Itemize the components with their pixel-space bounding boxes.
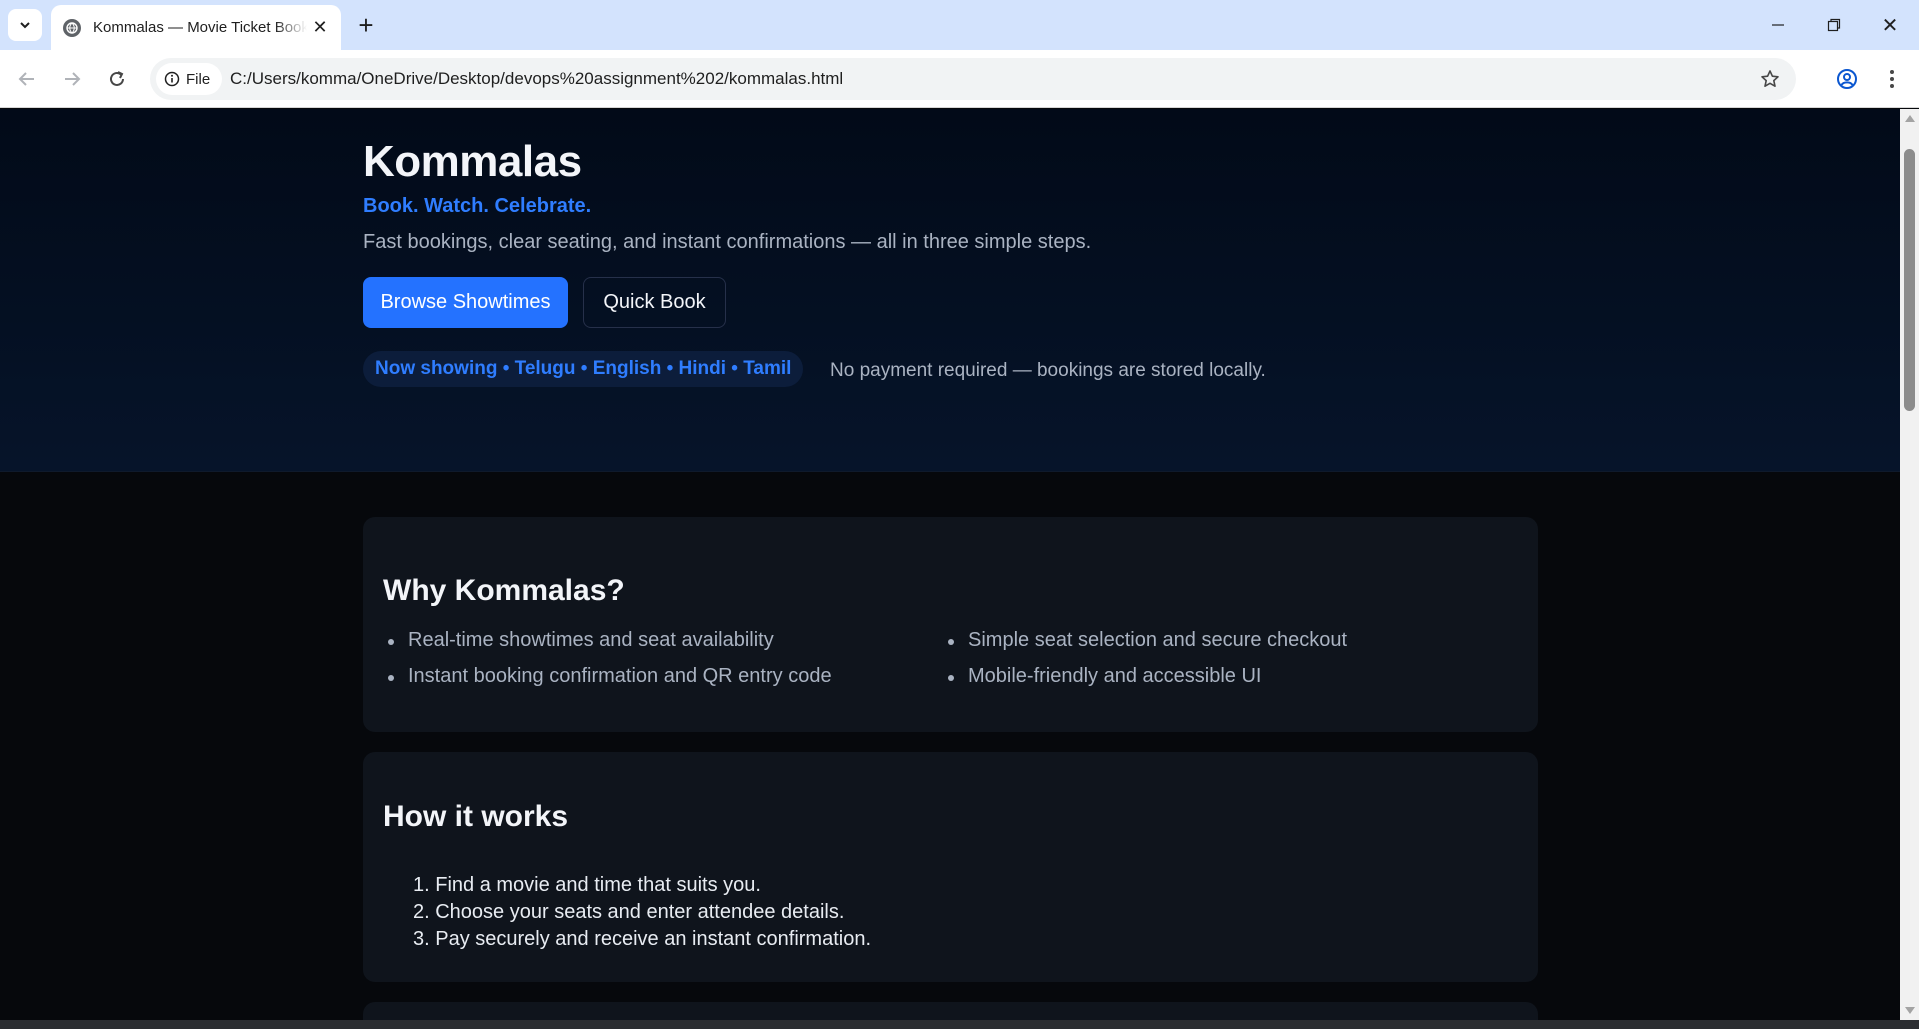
plus-icon: + — [358, 9, 374, 40]
list-item: 3. Pay securely and receive an instant c… — [413, 928, 872, 950]
steps-list: 1. Find a movie and time that suits you.… — [413, 872, 871, 953]
close-icon[interactable]: ✕ — [309, 17, 331, 39]
brand-title: Kommalas — [363, 137, 582, 186]
list-item: Simple seat selection and secure checkou… — [948, 629, 1528, 652]
reload-button[interactable] — [100, 62, 134, 96]
hero-lead: Fast bookings, clear seating, and instan… — [363, 231, 1092, 253]
window-close-button[interactable]: ✕ — [1862, 0, 1918, 50]
tab-strip: Kommalas — Movie Ticket Booking ✕ + ✕ — [0, 0, 1919, 50]
list-item: Mobile-friendly and accessible UI — [948, 665, 1528, 688]
feature-list: Real-time showtimes and seat availabilit… — [388, 629, 1528, 688]
taskbar-edge — [0, 1020, 1919, 1029]
reload-icon — [110, 71, 124, 86]
browser-menu-button[interactable] — [1875, 62, 1909, 96]
chevron-down-icon — [20, 22, 30, 29]
profile-icon — [1837, 69, 1857, 89]
star-icon — [1761, 70, 1779, 87]
list-item: 1. Find a movie and time that suits you. — [413, 874, 761, 896]
profile-button[interactable] — [1830, 62, 1864, 96]
kebab-menu-icon — [1890, 70, 1894, 88]
list-item: Instant booking confirmation and QR entr… — [388, 665, 968, 688]
browse-showtimes-button[interactable]: Browse Showtimes — [363, 277, 568, 328]
address-bar[interactable]: File C:/Users/komma/OneDrive/Desktop/dev… — [150, 58, 1796, 100]
minimize-icon — [1772, 24, 1784, 26]
minimize-button[interactable] — [1750, 0, 1806, 50]
tagline: Book. Watch. Celebrate. — [363, 195, 592, 217]
payment-note: No payment required — bookings are store… — [830, 360, 1266, 381]
site-chip-label: File — [186, 70, 211, 88]
next-card — [363, 1002, 1538, 1020]
how-card: How it works 1. Find a movie and time th… — [363, 752, 1538, 982]
close-icon: ✕ — [1881, 14, 1899, 37]
now-showing-badge: Now showing • Telugu • English • Hindi •… — [363, 351, 804, 387]
scrollbar-thumb[interactable] — [1904, 149, 1915, 411]
arrow-left-icon — [18, 72, 34, 86]
back-button[interactable] — [10, 62, 44, 96]
tab-search-button[interactable] — [8, 9, 42, 41]
globe-icon — [63, 18, 81, 37]
list-item: 2. Choose your seats and enter attendee … — [413, 901, 845, 923]
page-viewport: Kommalas Book. Watch. Celebrate. Fast bo… — [0, 109, 1900, 1020]
why-title: Why Kommalas? — [383, 574, 625, 607]
site-info-chip[interactable]: File — [156, 63, 223, 95]
how-title: How it works — [383, 800, 569, 833]
restore-icon — [1827, 18, 1841, 32]
info-icon — [164, 71, 180, 87]
page-scrollbar[interactable] — [1900, 109, 1919, 1020]
browser-toolbar: File C:/Users/komma/OneDrive/Desktop/dev… — [0, 50, 1919, 108]
list-item: Real-time showtimes and seat availabilit… — [388, 629, 968, 652]
new-tab-button[interactable]: + — [351, 10, 381, 40]
tab-title: Kommalas — Movie Ticket Booking — [93, 19, 307, 36]
bookmark-button[interactable] — [1754, 63, 1786, 95]
hero-section: Kommalas Book. Watch. Celebrate. Fast bo… — [0, 109, 1900, 472]
forward-button[interactable] — [55, 62, 89, 96]
arrow-right-icon — [65, 72, 81, 86]
url-text[interactable]: C:/Users/komma/OneDrive/Desktop/devops%2… — [230, 58, 843, 100]
quick-book-button[interactable]: Quick Book — [583, 277, 726, 328]
why-card: Why Kommalas? Real-time showtimes and se… — [363, 517, 1538, 732]
scroll-down-icon[interactable] — [1905, 1007, 1915, 1014]
scroll-up-icon[interactable] — [1905, 115, 1915, 122]
browser-tab[interactable]: Kommalas — Movie Ticket Booking ✕ — [51, 5, 341, 50]
restore-button[interactable] — [1806, 0, 1862, 50]
